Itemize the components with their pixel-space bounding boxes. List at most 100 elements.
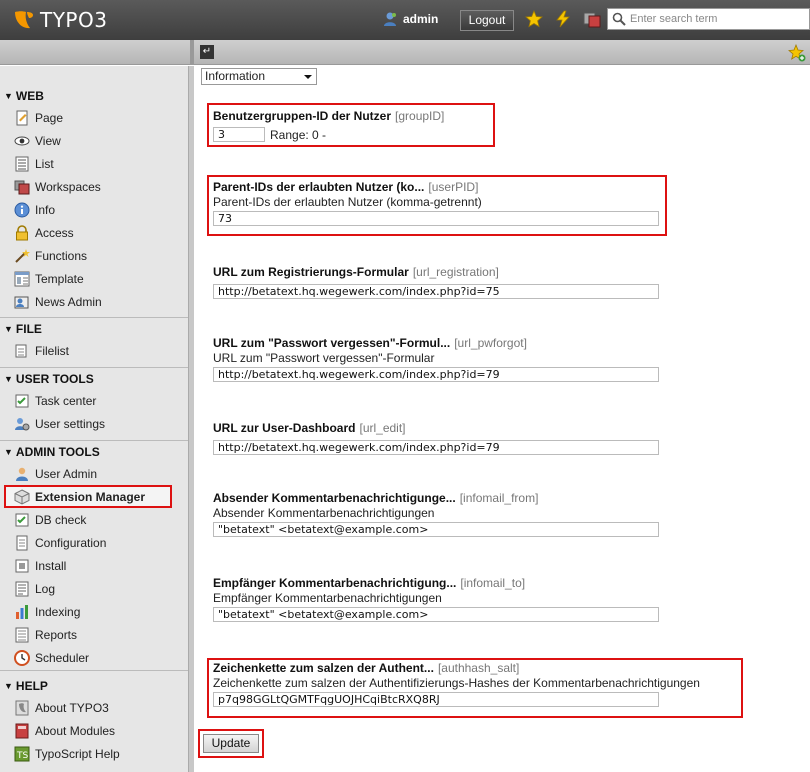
- flash-icon[interactable]: [554, 10, 572, 28]
- add-bookmark-icon[interactable]: [788, 44, 806, 62]
- collapse-triangle-icon[interactable]: ▼: [4, 324, 13, 334]
- sidebar-item-reports[interactable]: Reports: [0, 623, 188, 646]
- sidebar-item-workspaces[interactable]: Workspaces: [0, 175, 188, 198]
- scheduler-icon: [14, 649, 30, 666]
- sidebar-item-configuration[interactable]: Configuration: [0, 531, 188, 554]
- configuration-icon: [16, 535, 28, 550]
- sidebar-item-task-center[interactable]: Task center: [0, 389, 188, 412]
- field-description: Absender Kommentarbenachrichtigungen: [213, 506, 435, 520]
- group-divider: [0, 440, 188, 441]
- group-divider: [0, 670, 188, 671]
- group-divider: [0, 367, 188, 368]
- field-title: URL zur User-Dashboard [url_edit]: [213, 421, 406, 435]
- typo3-logo[interactable]: TYPO3: [12, 7, 107, 33]
- field-group-id: Benutzergruppen-ID der Nutzer [groupID] 3…: [213, 109, 773, 142]
- group-title[interactable]: ▼ FILE: [0, 319, 188, 339]
- authhash-salt-input[interactable]: p7q98GGLtQGMTFqgUOJHCqiBtcRXQ8RJ: [213, 692, 659, 707]
- field-title: Absender Kommentarbenachrichtigunge... [i…: [213, 491, 539, 505]
- search-input[interactable]: Enter search term: [630, 13, 717, 25]
- url-edit-input[interactable]: http://betatext.hq.wegewerk.com/index.ph…: [213, 440, 659, 455]
- sidebar-item-functions[interactable]: Functions: [0, 244, 188, 267]
- update-button[interactable]: Update: [203, 734, 259, 753]
- sidebar-item-template[interactable]: Template: [0, 267, 188, 290]
- sidebar-item-extension-manager[interactable]: Extension Manager: [4, 485, 172, 508]
- infomail-from-input[interactable]: "betatext" <betatext@example.com>: [213, 522, 659, 537]
- collapse-triangle-icon[interactable]: ▼: [4, 374, 13, 384]
- sidebar-item-info[interactable]: Info: [0, 198, 188, 221]
- extension-icon: [14, 488, 30, 505]
- url-pwforgot-input[interactable]: http://betatext.hq.wegewerk.com/index.ph…: [213, 367, 659, 382]
- group-title[interactable]: ▼ WEB: [0, 86, 188, 106]
- logout-button[interactable]: Logout: [460, 10, 514, 31]
- field-authhash-salt: Zeichenkette zum salzen der Authent... [a…: [213, 661, 773, 707]
- workspaces-icon: [14, 180, 30, 194]
- search-box[interactable]: Enter search term: [607, 8, 810, 30]
- star-icon[interactable]: [525, 10, 543, 28]
- field-description: Parent-IDs der erlaubten Nutzer (komma-g…: [213, 195, 482, 209]
- sidebar-item-filelist[interactable]: Filelist: [0, 339, 188, 362]
- news-icon: [14, 296, 29, 308]
- field-infomail-to: Empfänger Kommentarbenachrichtigung... [i…: [213, 576, 773, 622]
- field-title: Zeichenkette zum salzen der Authent... [a…: [213, 661, 520, 675]
- lock-icon: [16, 224, 28, 240]
- sidebar-item-log[interactable]: Log: [0, 577, 188, 600]
- sidebar-item-about-modules[interactable]: About Modules: [0, 719, 188, 742]
- group-divider: [0, 317, 188, 318]
- field-user-pid: Parent-IDs der erlaubten Nutzer (ko... [u…: [213, 180, 773, 226]
- url-registration-input[interactable]: http://betatext.hq.wegewerk.com/index.ph…: [213, 284, 659, 299]
- field-url-pwforgot: URL zum "Passwort vergessen"-Formul... [u…: [213, 336, 773, 382]
- field-infomail-from: Absender Kommentarbenachrichtigunge... [i…: [213, 491, 773, 537]
- folder-icon: [15, 344, 27, 357]
- field-title: URL zum Registrierungs-Formular [url_regi…: [213, 265, 499, 279]
- user-menu[interactable]: admin: [382, 11, 438, 27]
- svg-text:TS: TS: [16, 751, 28, 761]
- sidebar-item-list[interactable]: List: [0, 152, 188, 175]
- group-id-input[interactable]: 3: [213, 127, 265, 142]
- collapse-triangle-icon[interactable]: ▼: [4, 91, 13, 101]
- group-title[interactable]: ▼ HELP: [0, 676, 188, 696]
- group-web: ▼ WEB Page View List Workspaces Info Acce…: [0, 86, 188, 313]
- group-title[interactable]: ▼ ADMIN TOOLS: [0, 442, 188, 462]
- info-icon: [14, 202, 30, 217]
- typo3-logo-icon: [15, 11, 33, 29]
- search-icon: [612, 12, 626, 26]
- info-select[interactable]: Information: [201, 68, 317, 85]
- group-help: ▼ HELP About TYPO3 About Modules TS TypoS…: [0, 676, 188, 765]
- sidebar-item-scheduler[interactable]: Scheduler: [0, 646, 188, 669]
- sidebar-item-typoscript-help[interactable]: TS TypoScript Help: [0, 742, 188, 765]
- sidebar-item-about-typo3[interactable]: About TYPO3: [0, 696, 188, 719]
- collapse-triangle-icon[interactable]: ▼: [4, 447, 13, 457]
- sidebar-item-indexing[interactable]: Indexing: [0, 600, 188, 623]
- db-check-icon: [15, 513, 29, 526]
- field-url-registration: URL zum Registrierungs-Formular [url_regi…: [213, 265, 773, 299]
- list-icon: [15, 156, 29, 171]
- top-bar: TYPO3 admin Logout Enter search term: [0, 0, 810, 40]
- toolbar: ↵: [0, 40, 810, 65]
- template-icon: [14, 271, 30, 286]
- user-pid-input[interactable]: 73: [213, 211, 659, 226]
- collapse-triangle-icon[interactable]: ▼: [4, 681, 13, 691]
- sidebar-item-news-admin[interactable]: News Admin: [0, 290, 188, 313]
- info-select-value: Information: [205, 69, 266, 83]
- field-title: Empfänger Kommentarbenachrichtigung... [i…: [213, 576, 526, 590]
- field-description: URL zum "Passwort vergessen"-Formular: [213, 351, 435, 365]
- infomail-to-input[interactable]: "betatext" <betatext@example.com>: [213, 607, 659, 622]
- sidebar-item-user-admin[interactable]: User Admin: [0, 462, 188, 485]
- workspace-icon[interactable]: [583, 10, 601, 28]
- about-modules-icon: [15, 723, 29, 738]
- sidebar-item-install[interactable]: Install: [0, 554, 188, 577]
- sidebar-item-page[interactable]: Page: [0, 106, 188, 129]
- sidebar-item-view[interactable]: View: [0, 129, 188, 152]
- range-label: Range: 0 -: [270, 127, 327, 142]
- reports-icon: [15, 627, 29, 642]
- sidebar-item-user-settings[interactable]: User settings: [0, 412, 188, 435]
- field-title: URL zum "Passwort vergessen"-Formul... [u…: [213, 336, 527, 350]
- sidebar-item-db-check[interactable]: DB check: [0, 508, 188, 531]
- group-title[interactable]: ▼ USER TOOLS: [0, 369, 188, 389]
- toolbar-divider: [190, 40, 194, 65]
- back-button[interactable]: ↵: [200, 45, 214, 59]
- user-admin-icon: [16, 467, 28, 481]
- indexing-icon: [16, 604, 28, 619]
- wand-icon: [15, 248, 30, 263]
- sidebar-item-access[interactable]: Access: [0, 221, 188, 244]
